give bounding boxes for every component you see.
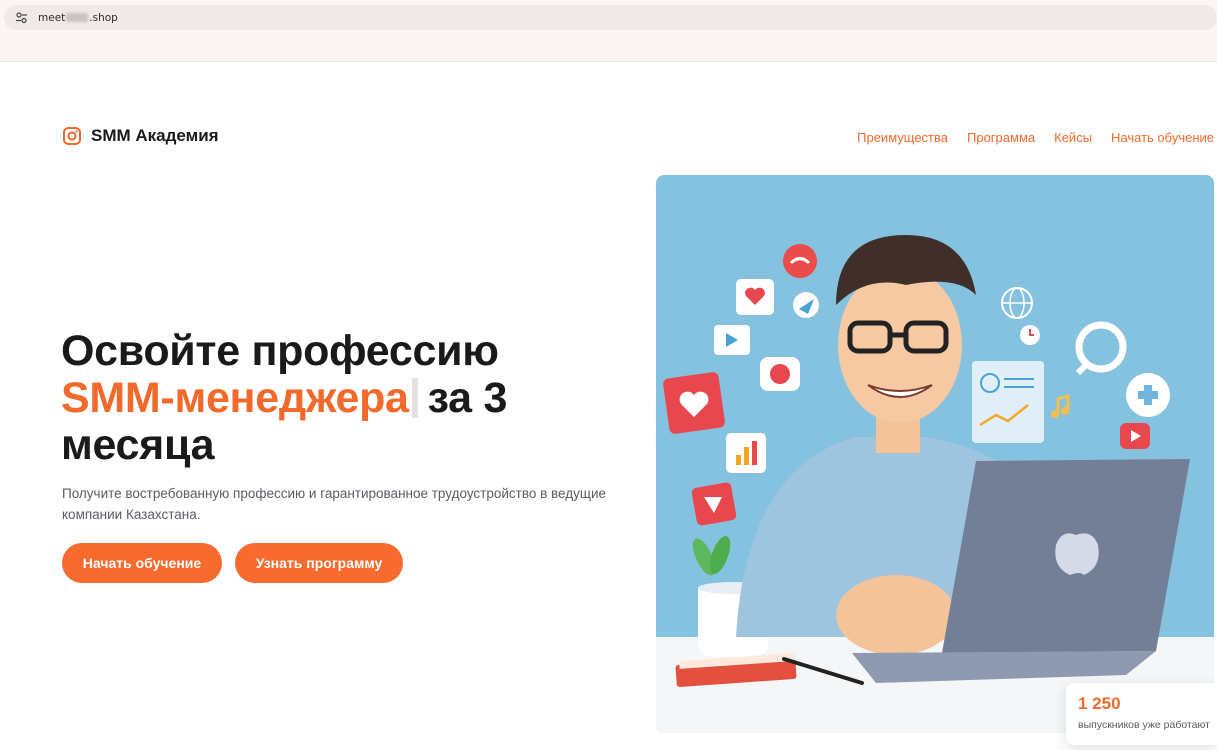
site-settings-icon[interactable]: [10, 7, 32, 29]
hero-subtitle: Получите востребованную профессию и гара…: [62, 486, 607, 522]
main-nav: Преимущества Программа Кейсы Начать обуч…: [857, 130, 1214, 145]
plant-icon: [692, 536, 731, 576]
hero-illustration: [656, 175, 1214, 733]
url-suffix: .shop: [89, 11, 118, 24]
nav-start-learning[interactable]: Начать обучение: [1111, 130, 1214, 145]
nav-program[interactable]: Программа: [967, 130, 1035, 145]
music-note-icon: [1051, 393, 1070, 418]
graduates-count: 1 250: [1078, 694, 1121, 713]
graduates-stat-card: 1 250 выпускников уже работают: [1066, 683, 1217, 745]
hero-title-accent: SMM-менеджера: [61, 374, 409, 422]
view-program-button[interactable]: Узнать программу: [235, 543, 403, 583]
typing-caret: [411, 378, 418, 418]
site-logo[interactable]: SMM Академия: [62, 126, 219, 146]
globe-icon: [1001, 287, 1033, 319]
search-bubble-icon: [1075, 321, 1127, 376]
chart-card-icon: [726, 433, 766, 473]
hero-title-line3: месяца: [61, 421, 215, 469]
instagram-icon: [63, 127, 81, 145]
arrow-card-icon: [691, 482, 737, 526]
clock-icon: [1020, 325, 1040, 345]
message-bubble-icon: [760, 357, 800, 391]
url-text[interactable]: meet .shop: [38, 12, 118, 24]
graduates-label: выпускников уже работают: [1078, 719, 1210, 731]
browser-toolbar: meet .shop: [0, 0, 1217, 62]
plus-icon: [1126, 373, 1170, 417]
nav-cases[interactable]: Кейсы: [1054, 130, 1092, 145]
url-redacted: [66, 13, 89, 22]
document-chart-icon: [972, 361, 1044, 443]
hero-title-rest: за 3: [427, 374, 508, 422]
hero-title-line1: Освойте профессию: [61, 327, 499, 375]
address-bar[interactable]: meet .shop: [4, 5, 1217, 30]
url-prefix: meet: [38, 11, 66, 24]
big-heart-icon: [663, 372, 725, 434]
logo-text: SMM Академия: [91, 126, 219, 145]
phone-bubble-icon: [783, 244, 817, 278]
start-learning-button[interactable]: Начать обучение: [62, 543, 222, 583]
send-icon: [793, 292, 819, 318]
hero-title: Освойте профессию SMM-менеджера за 3 меся…: [61, 328, 641, 469]
youtube-icon: [1120, 423, 1150, 449]
heart-card-icon: [736, 279, 774, 315]
nav-advantages[interactable]: Преимущества: [857, 130, 948, 145]
video-card-icon: [714, 325, 750, 355]
